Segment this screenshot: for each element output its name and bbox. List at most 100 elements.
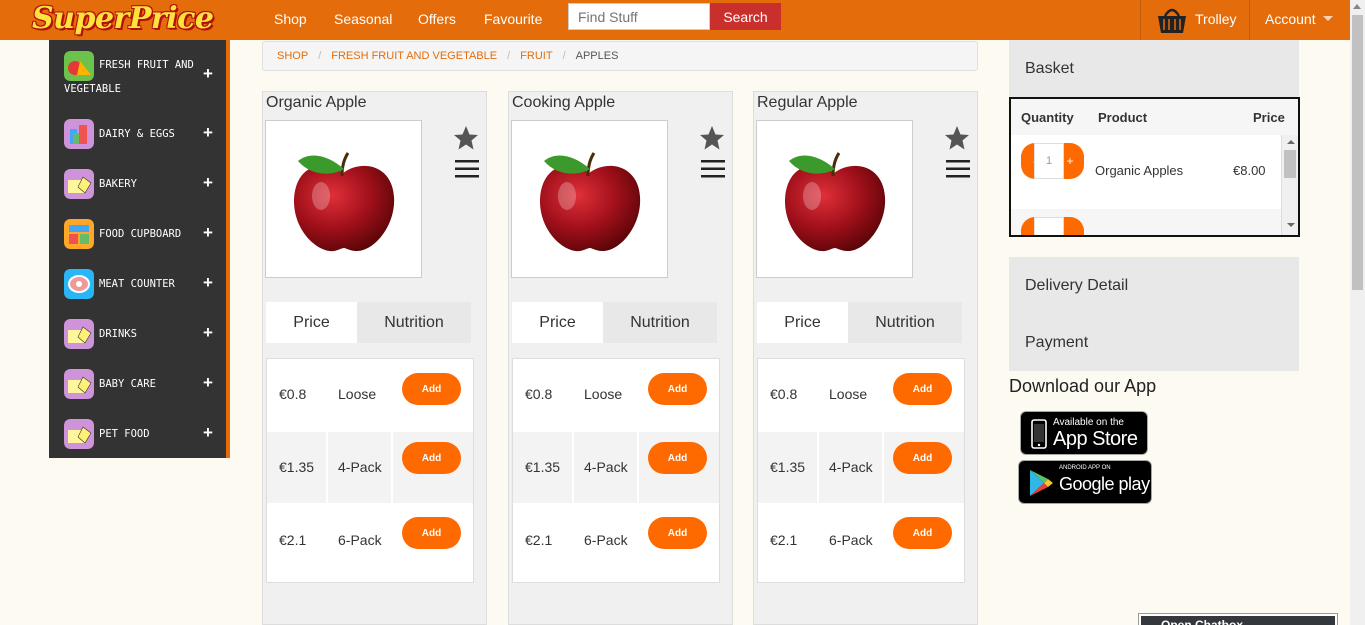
app-store-badge[interactable]: Available on the App Store <box>1020 411 1148 455</box>
add-button[interactable]: Add <box>402 442 461 474</box>
option-price: €2.1 <box>525 532 553 548</box>
sidebar-item-drinks[interactable]: DRINKS + <box>49 308 226 358</box>
scroll-thumb[interactable] <box>1284 150 1296 178</box>
tab-price[interactable]: Price <box>757 302 848 343</box>
option-pack: 6-Pack <box>584 532 628 548</box>
add-cell: Add <box>639 505 719 576</box>
sidebar-item-bakery[interactable]: BAKERY + <box>49 158 226 208</box>
add-cell: Add <box>639 432 719 503</box>
basket-scrollbar[interactable] <box>1281 135 1298 235</box>
product-image[interactable] <box>265 120 422 278</box>
tab-price[interactable]: Price <box>266 302 357 343</box>
search-button[interactable]: Search <box>710 3 781 30</box>
product-image[interactable] <box>756 120 913 278</box>
basket-icon[interactable] <box>1155 2 1189 36</box>
star-icon[interactable] <box>453 125 479 151</box>
add-button[interactable]: Add <box>648 517 707 549</box>
nav-shop[interactable]: Shop <box>274 11 307 27</box>
account-menu[interactable]: Account <box>1265 11 1316 27</box>
menu-icon[interactable] <box>455 160 479 178</box>
expand-icon[interactable]: + <box>203 223 213 243</box>
tab-price[interactable]: Price <box>512 302 603 343</box>
category-sidebar: FRESH FRUIT AND VEGETABLE + DAIRY & EGGS… <box>49 40 226 458</box>
option-pack: 6-Pack <box>338 532 382 548</box>
basket-product-price: €8.00 <box>1233 163 1266 178</box>
star-icon[interactable] <box>944 125 970 151</box>
qty-input[interactable]: 1 <box>1034 143 1064 179</box>
play-icon <box>1030 470 1053 496</box>
product-image[interactable] <box>511 120 668 278</box>
google-play-badge[interactable]: ANDROID APP ON Google play <box>1018 460 1152 504</box>
basket-header-product: Product <box>1098 110 1148 125</box>
add-button[interactable]: Add <box>648 373 707 405</box>
scroll-thumb[interactable] <box>1352 15 1363 290</box>
basket-header[interactable]: Basket <box>1009 40 1299 97</box>
option-price: €1.35 <box>267 432 326 503</box>
add-button[interactable]: Add <box>402 373 461 405</box>
meat-icon <box>64 269 94 299</box>
expand-icon[interactable]: + <box>203 123 213 143</box>
tab-nutrition[interactable]: Nutrition <box>603 302 717 343</box>
product-title: Regular Apple <box>757 94 858 111</box>
nav-favourite[interactable]: Favourite <box>484 11 542 27</box>
add-button[interactable]: Add <box>893 517 952 549</box>
apple-icon <box>539 152 641 252</box>
phone-icon <box>1031 419 1047 449</box>
price-row: €2.1 6-Pack Add <box>513 505 719 578</box>
scroll-down-arrow[interactable] <box>1287 223 1295 227</box>
chatbox-label[interactable]: Open Chatbox <box>1141 616 1335 625</box>
price-row: €1.35 4-Pack Add <box>267 432 473 505</box>
add-button[interactable]: Add <box>402 517 461 549</box>
sidebar-item-label: BAKERY <box>99 178 137 190</box>
price-row: €0.8 Loose Add <box>758 359 964 432</box>
sidebar-item-dairy[interactable]: DAIRY & EGGS + <box>49 108 226 158</box>
expand-icon[interactable]: + <box>203 423 213 443</box>
menu-icon[interactable] <box>946 160 970 178</box>
tab-nutrition[interactable]: Nutrition <box>357 302 471 343</box>
trolley-link[interactable]: Trolley <box>1195 11 1237 27</box>
apple-icon <box>293 152 395 252</box>
sidebar-item-pet-food[interactable]: PET FOOD + <box>49 408 226 458</box>
add-button[interactable]: Add <box>648 442 707 474</box>
expand-icon[interactable]: + <box>203 173 213 193</box>
nav-offers[interactable]: Offers <box>418 11 456 27</box>
option-pack: Loose <box>829 386 868 402</box>
search-input[interactable] <box>568 3 710 30</box>
sidebar-item-label: MEAT COUNTER <box>99 278 175 290</box>
expand-icon[interactable]: + <box>203 273 213 293</box>
brand-logo[interactable]: SuperPrice <box>32 1 214 36</box>
sidebar-item-meat-counter[interactable]: MEAT COUNTER + <box>49 258 226 308</box>
payment-link[interactable]: Payment <box>1025 334 1088 352</box>
breadcrumb-current: APPLES <box>575 50 619 62</box>
basket-product-name: Organic Apples <box>1095 163 1184 178</box>
expand-icon[interactable]: + <box>203 373 213 393</box>
menu-icon[interactable] <box>701 160 725 178</box>
star-icon[interactable] <box>699 125 725 151</box>
googleplay-small-text: ANDROID APP ON <box>1059 465 1111 471</box>
option-price: €2.1 <box>770 532 798 548</box>
scroll-up-arrow[interactable] <box>1287 140 1295 144</box>
add-button[interactable]: Add <box>893 373 952 405</box>
nav-divider <box>1140 0 1141 40</box>
sidebar-item-baby-care[interactable]: BABY CARE + <box>49 358 226 408</box>
breadcrumb-category[interactable]: FRESH FRUIT AND VEGETABLE <box>331 50 497 62</box>
chatbox-widget[interactable]: Open Chatbox <box>1138 613 1338 625</box>
add-button[interactable]: Add <box>893 442 952 474</box>
sidebar-item-fresh-fruit[interactable]: FRESH FRUIT AND VEGETABLE + <box>49 40 226 95</box>
expand-icon[interactable]: + <box>203 323 213 343</box>
price-row: €1.35 4-Pack Add <box>513 432 719 505</box>
sidebar-item-food-cupboard[interactable]: FOOD CUPBOARD + <box>49 208 226 258</box>
option-price: €0.8 <box>770 386 798 402</box>
page-scrollbar[interactable] <box>1350 0 1365 625</box>
appstore-small-text: Available on the <box>1053 417 1124 428</box>
qty-input[interactable] <box>1034 217 1064 235</box>
tab-nutrition[interactable]: Nutrition <box>848 302 962 343</box>
breadcrumb-subcategory[interactable]: FRUIT <box>520 50 552 62</box>
breadcrumb-shop[interactable]: SHOP <box>277 50 308 62</box>
nav-seasonal[interactable]: Seasonal <box>334 11 392 27</box>
sidebar-item-label: PET FOOD <box>99 428 150 440</box>
chevron-down-icon[interactable] <box>1323 16 1333 21</box>
expand-icon[interactable]: + <box>203 64 213 84</box>
scroll-up-arrow[interactable] <box>1353 4 1361 9</box>
delivery-detail-link[interactable]: Delivery Detail <box>1025 277 1128 295</box>
